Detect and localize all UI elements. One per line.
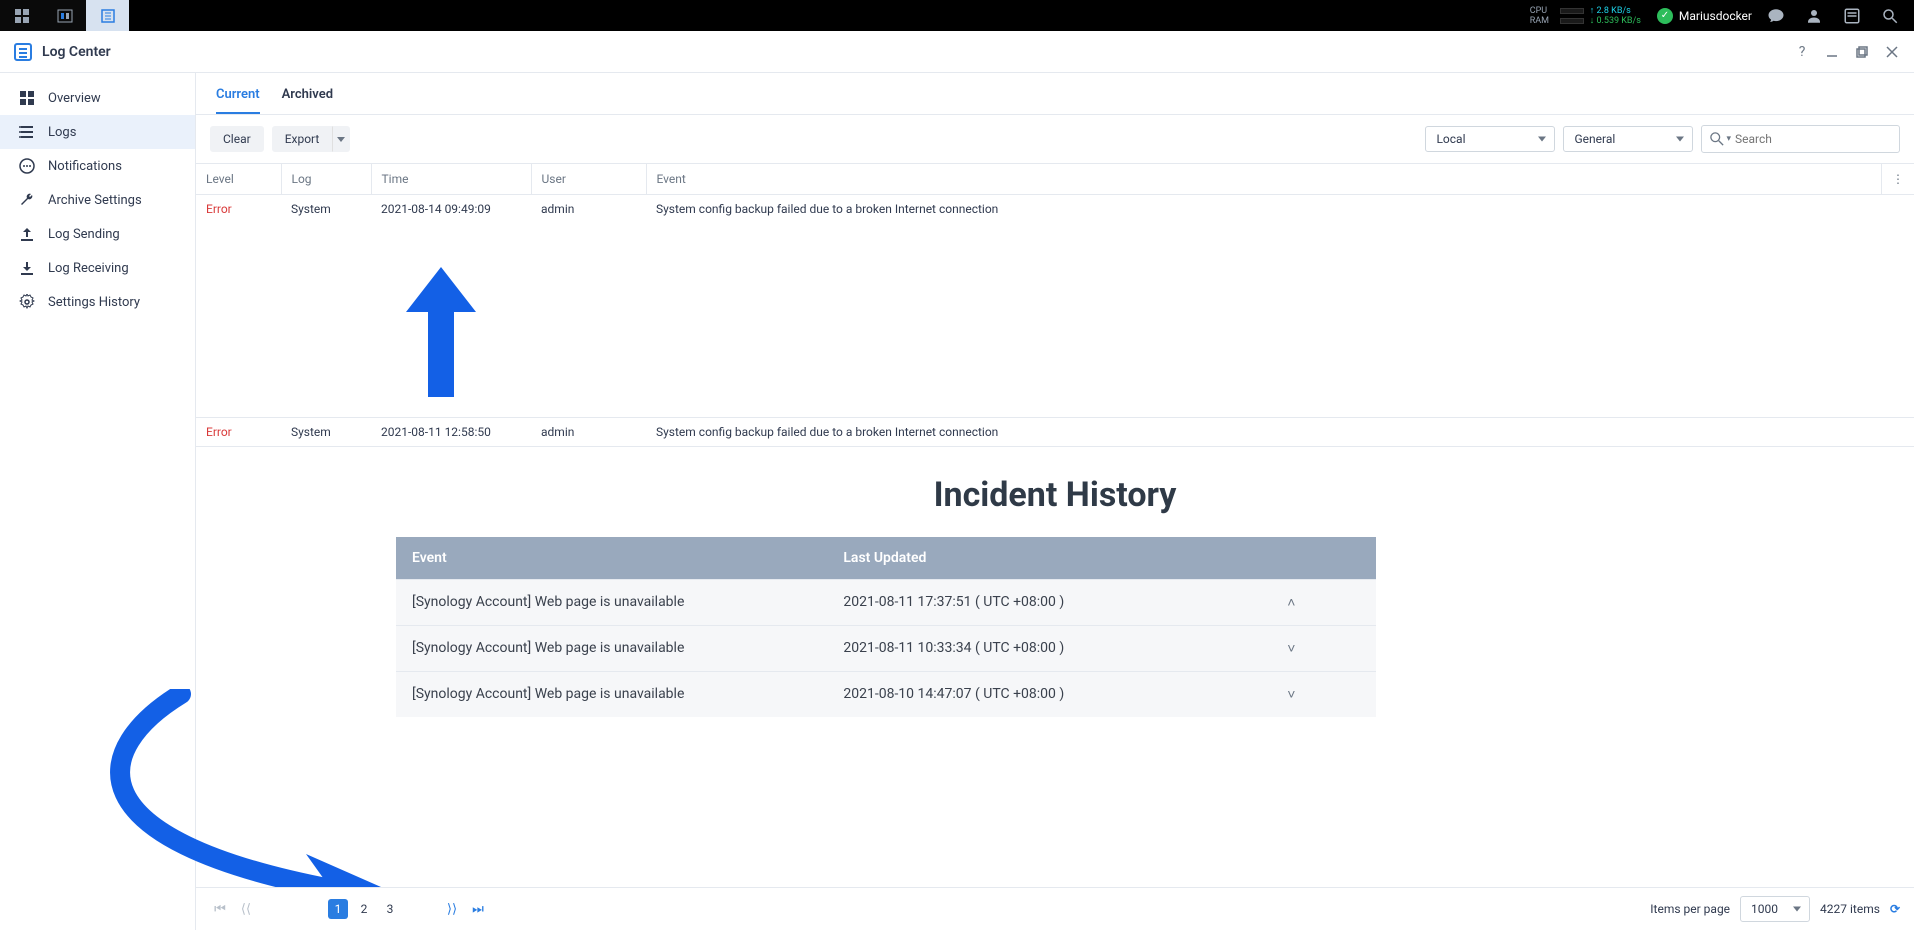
system-stats: CPU↑ 2.8 KB/s RAM↓ 0.539 KB/s — [1524, 6, 1647, 26]
chevron-up-icon: ˄ — [1207, 579, 1376, 625]
last-page-button[interactable]: ⏭ — [468, 899, 488, 919]
clear-button[interactable]: Clear — [210, 126, 264, 152]
search-caret-icon: ▾ — [1726, 134, 1731, 144]
export-dropdown-caret[interactable] — [332, 126, 350, 152]
wrench-icon — [18, 191, 36, 209]
minimize-button[interactable] — [1824, 44, 1840, 60]
chat-icon[interactable] — [1762, 2, 1790, 30]
log-row[interactable]: Error System 2021-08-11 12:58:50 admin S… — [196, 417, 1914, 446]
log-row[interactable]: Error System 2021-08-14 09:49:09 admin S… — [196, 195, 1914, 224]
export-button[interactable]: Export — [272, 126, 333, 152]
prev-page-button[interactable]: ⟨⟨ — [236, 899, 256, 919]
incident-col-event: Event — [396, 537, 827, 580]
apps-button[interactable] — [0, 0, 43, 31]
logs-icon — [18, 123, 36, 141]
pager: ⏮ ⟨⟨ 1 2 3 ⟩⟩ ⏭ — [210, 899, 488, 919]
app-icon — [14, 43, 32, 61]
system-topbar: CPU↑ 2.8 KB/s RAM↓ 0.539 KB/s ✓ Mariusdo… — [0, 0, 1914, 31]
col-event[interactable]: Event — [646, 164, 1882, 195]
first-page-button[interactable]: ⏮ — [210, 899, 230, 919]
username-label: Mariusdocker — [1679, 9, 1752, 23]
incident-row[interactable]: [Synology Account] Web page is unavailab… — [396, 625, 1376, 671]
overview-icon — [18, 89, 36, 107]
sidebar-item-log-sending[interactable]: Log Sending — [0, 217, 195, 251]
sidebar: Overview Logs Notifications Archive Sett… — [0, 73, 196, 930]
tab-archived[interactable]: Archived — [282, 87, 333, 114]
taskbar-app-logcenter-active[interactable] — [86, 0, 129, 31]
tabs: Current Archived — [196, 73, 1914, 115]
tab-current[interactable]: Current — [216, 87, 260, 114]
gear-icon — [18, 293, 36, 311]
chevron-down-icon: ˅ — [1207, 625, 1376, 671]
toolbar: Clear Export Local General ▾ — [196, 115, 1914, 164]
log-table: Level Log Time User Event ⋮ Error System… — [196, 164, 1914, 447]
incident-title: Incident History — [196, 475, 1914, 515]
incident-row[interactable]: [Synology Account] Web page is unavailab… — [396, 579, 1376, 625]
window-title: Log Center — [42, 44, 111, 60]
user-menu[interactable]: ✓ Mariusdocker — [1657, 8, 1752, 24]
col-log[interactable]: Log — [281, 164, 371, 195]
source-select[interactable]: Local — [1425, 126, 1555, 152]
search-input[interactable] — [1735, 132, 1891, 146]
sidebar-item-log-receiving[interactable]: Log Receiving — [0, 251, 195, 285]
sidebar-item-overview[interactable]: Overview — [0, 81, 195, 115]
incident-row[interactable]: [Synology Account] Web page is unavailab… — [396, 671, 1376, 717]
col-user[interactable]: User — [531, 164, 646, 195]
incident-table: Event Last Updated [Synology Account] We… — [396, 537, 1376, 717]
items-per-page-select[interactable]: 1000 — [1740, 896, 1810, 922]
maximize-button[interactable] — [1854, 44, 1870, 60]
annotation-arrow-up — [406, 267, 476, 397]
footer: ⏮ ⟨⟨ 1 2 3 ⟩⟩ ⏭ Items per page 1000 4227… — [196, 887, 1914, 930]
upload-icon — [18, 225, 36, 243]
close-button[interactable] — [1884, 44, 1900, 60]
search-icon — [1710, 132, 1724, 146]
sidebar-item-logs[interactable]: Logs — [0, 115, 195, 149]
col-level[interactable]: Level — [196, 164, 281, 195]
window-titlebar: Log Center ? — [0, 31, 1914, 73]
incident-col-updated: Last Updated — [827, 537, 1206, 580]
check-icon: ✓ — [1657, 8, 1673, 24]
taskbar-app-1[interactable] — [43, 0, 86, 31]
chevron-down-icon: ˅ — [1207, 671, 1376, 717]
download-icon — [18, 259, 36, 277]
next-page-button[interactable]: ⟩⟩ — [442, 899, 462, 919]
notifications-icon — [18, 157, 36, 175]
category-select[interactable]: General — [1563, 126, 1693, 152]
sidebar-item-archive-settings[interactable]: Archive Settings — [0, 183, 195, 217]
content-area: Current Archived Clear Export Local Gene… — [196, 73, 1914, 930]
col-menu[interactable]: ⋮ — [1882, 164, 1914, 195]
total-items: 4227 items — [1820, 902, 1880, 916]
sidebar-item-settings-history[interactable]: Settings History — [0, 285, 195, 319]
col-time[interactable]: Time — [371, 164, 531, 195]
search-box[interactable]: ▾ — [1701, 125, 1900, 153]
items-per-page-label: Items per page — [1650, 902, 1730, 916]
sidebar-item-notifications[interactable]: Notifications — [0, 149, 195, 183]
search-icon[interactable] — [1876, 2, 1904, 30]
page-1[interactable]: 1 — [328, 899, 348, 919]
page-3[interactable]: 3 — [380, 899, 400, 919]
widgets-icon[interactable] — [1838, 2, 1866, 30]
refresh-icon[interactable]: ⟳ — [1890, 902, 1900, 916]
page-2[interactable]: 2 — [354, 899, 374, 919]
help-button[interactable]: ? — [1794, 44, 1810, 60]
user-icon[interactable] — [1800, 2, 1828, 30]
